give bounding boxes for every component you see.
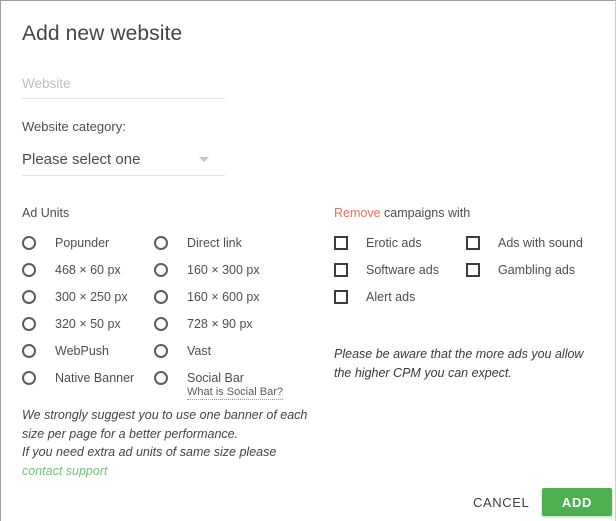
radio-icon[interactable]	[154, 370, 168, 385]
remove-word: Remove	[334, 206, 381, 220]
website-category-selected-value: Please select one	[22, 151, 141, 168]
ad-unit-label: 468 × 60 px	[55, 262, 121, 277]
checkbox-icon[interactable]	[334, 289, 348, 304]
ad-unit-option[interactable]: Vast	[154, 337, 260, 364]
radio-icon[interactable]	[154, 262, 168, 277]
radio-icon[interactable]	[154, 289, 168, 304]
radio-icon[interactable]	[154, 235, 168, 250]
dialog-title: Add new website	[22, 22, 183, 45]
ad-units-column-right: Direct link 160 × 300 px 160 × 600 px 72…	[154, 229, 260, 391]
radio-icon[interactable]	[22, 316, 36, 331]
ad-unit-option[interactable]: 468 × 60 px	[22, 256, 134, 283]
chevron-down-icon	[199, 157, 209, 162]
ad-unit-label: 728 × 90 px	[187, 316, 253, 331]
checkbox-icon[interactable]	[466, 235, 480, 250]
remove-campaigns-heading: Remove campaigns with	[334, 206, 470, 220]
ad-unit-option[interactable]: Native Banner	[22, 364, 134, 391]
remove-heading-rest: campaigns with	[380, 206, 471, 220]
cpm-awareness-note: Please be aware that the more ads you al…	[334, 347, 584, 380]
add-button[interactable]: ADD	[542, 488, 612, 516]
radio-icon[interactable]	[22, 262, 36, 277]
ad-unit-option[interactable]: 728 × 90 px	[154, 310, 260, 337]
remove-campaign-option[interactable]: Alert ads	[334, 283, 439, 310]
cancel-button[interactable]: CANCEL	[463, 490, 539, 516]
ad-unit-label: 160 × 300 px	[187, 262, 260, 277]
ad-unit-option[interactable]: 300 × 250 px	[22, 283, 134, 310]
remove-campaign-label: Erotic ads	[366, 235, 422, 250]
suggestion-note-line1: We strongly suggest you to use one banne…	[22, 408, 308, 441]
ad-unit-label: 300 × 250 px	[55, 289, 128, 304]
checkbox-icon[interactable]	[466, 262, 480, 277]
ad-unit-label: WebPush	[55, 343, 109, 358]
remove-campaign-option[interactable]: Ads with sound	[466, 229, 583, 256]
ad-units-suggestion-note: We strongly suggest you to use one banne…	[22, 406, 312, 480]
website-field	[22, 75, 225, 99]
radio-icon[interactable]	[22, 289, 36, 304]
remove-campaigns-column-left: Erotic ads Software ads Alert ads	[334, 229, 439, 310]
ad-unit-option[interactable]: 320 × 50 px	[22, 310, 134, 337]
ad-unit-label: Native Banner	[55, 370, 135, 385]
remove-campaign-option[interactable]: Gambling ads	[466, 256, 583, 283]
ad-unit-option[interactable]: 160 × 600 px	[154, 283, 260, 310]
radio-icon[interactable]	[22, 370, 36, 385]
radio-icon[interactable]	[22, 343, 36, 358]
remove-campaign-label: Gambling ads	[498, 262, 576, 277]
suggestion-note-line2: If you need extra ad units of same size …	[22, 445, 277, 459]
ad-unit-label: Direct link	[187, 235, 242, 250]
ad-unit-option[interactable]: WebPush	[22, 337, 134, 364]
ad-unit-label: 320 × 50 px	[55, 316, 121, 331]
radio-icon[interactable]	[22, 235, 36, 250]
website-category-label: Website category:	[22, 119, 126, 134]
ad-unit-label: Popunder	[55, 235, 110, 250]
radio-icon[interactable]	[154, 316, 168, 331]
contact-support-link[interactable]: contact support	[22, 464, 107, 478]
ad-unit-option[interactable]: Popunder	[22, 229, 134, 256]
add-website-dialog: Add new website Website category: Please…	[0, 0, 616, 521]
ad-unit-label: 160 × 600 px	[187, 289, 260, 304]
ad-unit-option[interactable]: Direct link	[154, 229, 260, 256]
ad-unit-option[interactable]: 160 × 300 px	[154, 256, 260, 283]
ad-units-column-left: Popunder 468 × 60 px 300 × 250 px 320 × …	[22, 229, 134, 391]
ad-unit-label: Vast	[187, 343, 212, 358]
remove-campaign-label: Software ads	[366, 262, 439, 277]
website-category-select[interactable]: Please select one	[22, 150, 225, 176]
ad-unit-label: Social Bar	[187, 370, 244, 385]
checkbox-icon[interactable]	[334, 235, 348, 250]
remove-campaign-option[interactable]: Software ads	[334, 256, 439, 283]
remove-campaign-label: Alert ads	[366, 289, 416, 304]
remove-campaigns-column-right: Ads with sound Gambling ads	[466, 229, 583, 283]
radio-icon[interactable]	[154, 343, 168, 358]
remove-campaign-option[interactable]: Erotic ads	[334, 229, 439, 256]
remove-campaign-label: Ads with sound	[498, 235, 583, 250]
checkbox-icon[interactable]	[334, 262, 348, 277]
website-input[interactable]	[22, 76, 225, 99]
ad-units-heading: Ad Units	[22, 206, 70, 220]
what-is-social-bar-link[interactable]: What is Social Bar?	[187, 386, 283, 400]
